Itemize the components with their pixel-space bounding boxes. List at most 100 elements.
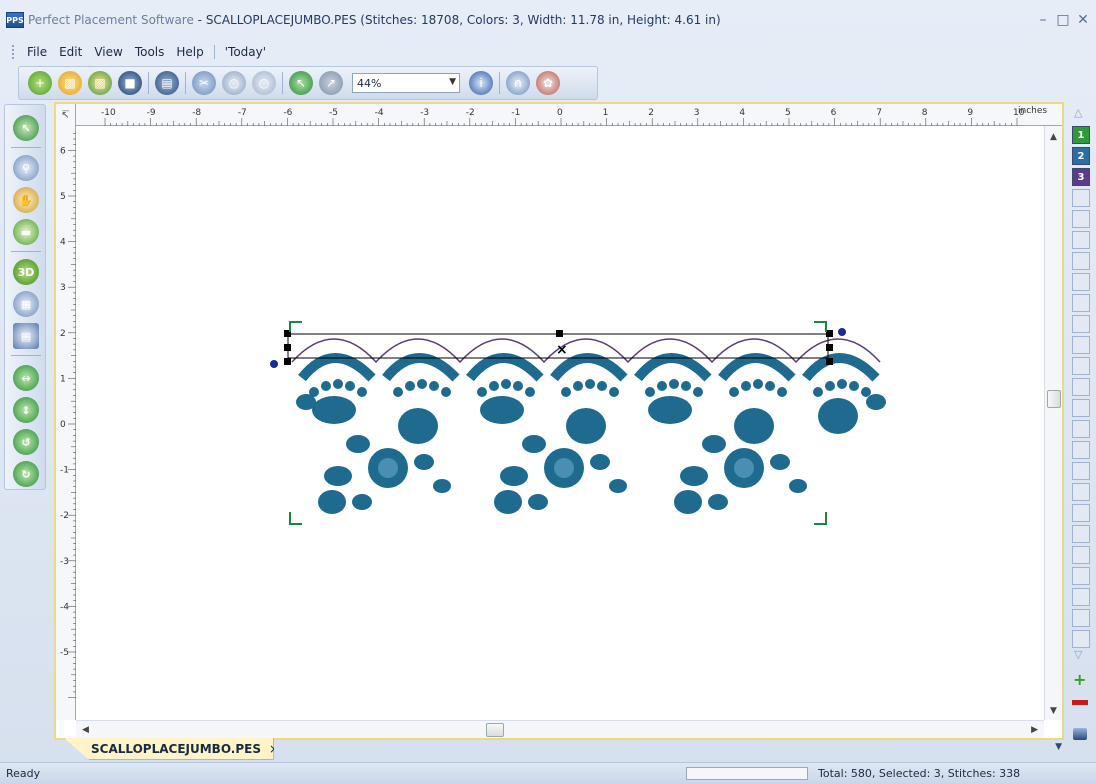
- menu-file[interactable]: File: [21, 43, 53, 61]
- select-icon[interactable]: ↖: [289, 71, 313, 95]
- empty-color-slot[interactable]: [1072, 567, 1090, 585]
- remove-color-icon[interactable]: [1072, 700, 1088, 705]
- 3d-view-button[interactable]: 3D: [13, 259, 39, 285]
- ruler-tick-label: -3: [420, 108, 429, 118]
- empty-color-slot[interactable]: [1072, 231, 1090, 249]
- close-tab-icon[interactable]: ×: [269, 742, 274, 756]
- toolbar-separator: [185, 72, 186, 94]
- palette-down-icon[interactable]: ▽: [1074, 648, 1082, 661]
- toolbar-separator: [499, 72, 500, 94]
- copy-icon[interactable]: ○: [222, 71, 246, 95]
- empty-color-slot[interactable]: [1072, 336, 1090, 354]
- empty-color-slot[interactable]: [1072, 483, 1090, 501]
- color-swatch-2[interactable]: 2: [1072, 147, 1090, 165]
- empty-color-slot[interactable]: [1072, 315, 1090, 333]
- color-palette: △ 1 2 3 ▽ +: [1068, 104, 1094, 750]
- zoom-select[interactable]: 44% ▼: [352, 73, 460, 93]
- ruler-unit-label: inches: [1018, 106, 1048, 116]
- minimize-icon[interactable]: –: [1034, 12, 1052, 28]
- menu-tools[interactable]: Tools: [129, 43, 171, 61]
- zoom-icon[interactable]: ⚲: [13, 155, 39, 181]
- ruler-tick-label: 5: [60, 192, 66, 202]
- menu-help[interactable]: Help: [170, 43, 209, 61]
- empty-color-slot[interactable]: [1072, 294, 1090, 312]
- horizontal-scroll-thumb[interactable]: [486, 723, 504, 737]
- paste-icon[interactable]: ○: [252, 71, 276, 95]
- scallop-dots: [309, 379, 871, 397]
- menu-today[interactable]: 'Today': [219, 43, 272, 61]
- design-icon[interactable]: ✿: [536, 71, 560, 95]
- color-swatch-3[interactable]: 3: [1072, 168, 1090, 186]
- rotate-right-icon[interactable]: ↻: [13, 461, 39, 487]
- empty-color-slot[interactable]: [1072, 504, 1090, 522]
- empty-color-slot[interactable]: [1072, 189, 1090, 207]
- grid-icon[interactable]: ▦: [13, 291, 39, 317]
- empty-color-slot[interactable]: [1072, 546, 1090, 564]
- empty-color-slot[interactable]: [1072, 609, 1090, 627]
- empty-color-slot[interactable]: [1072, 630, 1090, 648]
- menu-grip[interactable]: [12, 45, 15, 59]
- menu-view[interactable]: View: [88, 43, 128, 61]
- chevron-down-icon[interactable]: ▼: [449, 77, 456, 87]
- info-icon[interactable]: i: [469, 71, 493, 95]
- window-title: Perfect Placement Software - SCALLOPLACE…: [28, 13, 721, 27]
- scroll-right-icon[interactable]: ▶: [1031, 725, 1038, 735]
- ruler-tick-label: -2: [466, 108, 475, 118]
- empty-color-slot[interactable]: [1072, 420, 1090, 438]
- close-icon[interactable]: ✕: [1074, 12, 1092, 28]
- rotate-left-icon[interactable]: ↺: [13, 429, 39, 455]
- ruler-tick-label: 8: [922, 108, 928, 118]
- open-recent-icon[interactable]: ▨: [88, 71, 112, 95]
- vertical-scroll-thumb[interactable]: [1047, 390, 1061, 408]
- empty-color-slot[interactable]: [1072, 462, 1090, 480]
- add-color-icon[interactable]: +: [1073, 670, 1086, 689]
- pan-icon[interactable]: ✋: [13, 187, 39, 213]
- tab-scalloplacejumbo[interactable]: SCALLOPLACEJUMBO.PES ×: [64, 738, 274, 760]
- empty-color-slot[interactable]: [1072, 210, 1090, 228]
- horizontal-scrollbar[interactable]: ◀ ▶: [76, 720, 1044, 738]
- new-icon[interactable]: +: [28, 71, 52, 95]
- empty-color-slot[interactable]: [1072, 588, 1090, 606]
- maximize-icon[interactable]: □: [1054, 12, 1072, 28]
- palette-up-icon[interactable]: △: [1074, 106, 1082, 119]
- vertical-ruler-ticks: 6 5 4 3 2 1 0 -1 -2 -3 -4 -5: [60, 133, 76, 698]
- cut-icon[interactable]: ✂: [192, 71, 216, 95]
- open-icon[interactable]: ▨: [58, 71, 82, 95]
- measure-icon[interactable]: ▬: [13, 219, 39, 245]
- empty-color-slot[interactable]: [1072, 399, 1090, 417]
- color-swatch-1[interactable]: 1: [1072, 126, 1090, 144]
- tab-list-icon[interactable]: ▼: [1055, 742, 1062, 752]
- empty-color-slot[interactable]: [1072, 525, 1090, 543]
- ruler-tick-label: -5: [329, 108, 338, 118]
- print-icon[interactable]: ▤: [155, 71, 179, 95]
- ruler-tick-label: 0: [60, 420, 66, 430]
- ruler-corner[interactable]: ↸: [56, 104, 76, 126]
- horizontal-ruler-ticks: -10 -9 -8 -7 -6 -5 -4 -3 -2 -1 0 1 2 3 4 5 6 7 8 9 10: [101, 108, 1025, 126]
- clipboard-icon[interactable]: ▤: [13, 323, 39, 349]
- flip-horizontal-icon[interactable]: ↔: [13, 365, 39, 391]
- scroll-up-icon[interactable]: ▲: [1050, 132, 1057, 142]
- ruler-tick-label: -10: [101, 108, 116, 118]
- hoop-icon[interactable]: ∩: [506, 71, 530, 95]
- design-canvas[interactable]: -10 -9 -8 -7 -6 -5 -4 -3 -2 -1 0 1 2 3 4 5 6 7 8 9 10 inches…: [54, 102, 1064, 740]
- empty-color-slot[interactable]: [1072, 252, 1090, 270]
- ruler-tick-label: -2: [60, 511, 69, 521]
- empty-color-slot[interactable]: [1072, 273, 1090, 291]
- monitor-icon[interactable]: [1073, 728, 1087, 740]
- scroll-down-icon[interactable]: ▼: [1050, 706, 1057, 716]
- scroll-left-icon[interactable]: ◀: [82, 725, 89, 735]
- ruler-tick-label: 6: [831, 108, 837, 118]
- menu-edit[interactable]: Edit: [53, 43, 88, 61]
- select-icon[interactable]: ↖: [13, 115, 39, 141]
- empty-color-slot[interactable]: [1072, 357, 1090, 375]
- vertical-scrollbar[interactable]: ▲ ▼: [1044, 126, 1062, 720]
- empty-color-slot[interactable]: [1072, 378, 1090, 396]
- ruler-tick-label: 2: [60, 329, 66, 339]
- ruler-tick-label: 3: [60, 283, 66, 293]
- empty-color-slot[interactable]: [1072, 441, 1090, 459]
- save-icon[interactable]: ■: [118, 71, 142, 95]
- design-area[interactable]: ×: [76, 126, 1044, 720]
- flip-vertical-icon[interactable]: ↕: [13, 397, 39, 423]
- move-icon[interactable]: ↗: [319, 71, 343, 95]
- scallop-band: [298, 353, 880, 382]
